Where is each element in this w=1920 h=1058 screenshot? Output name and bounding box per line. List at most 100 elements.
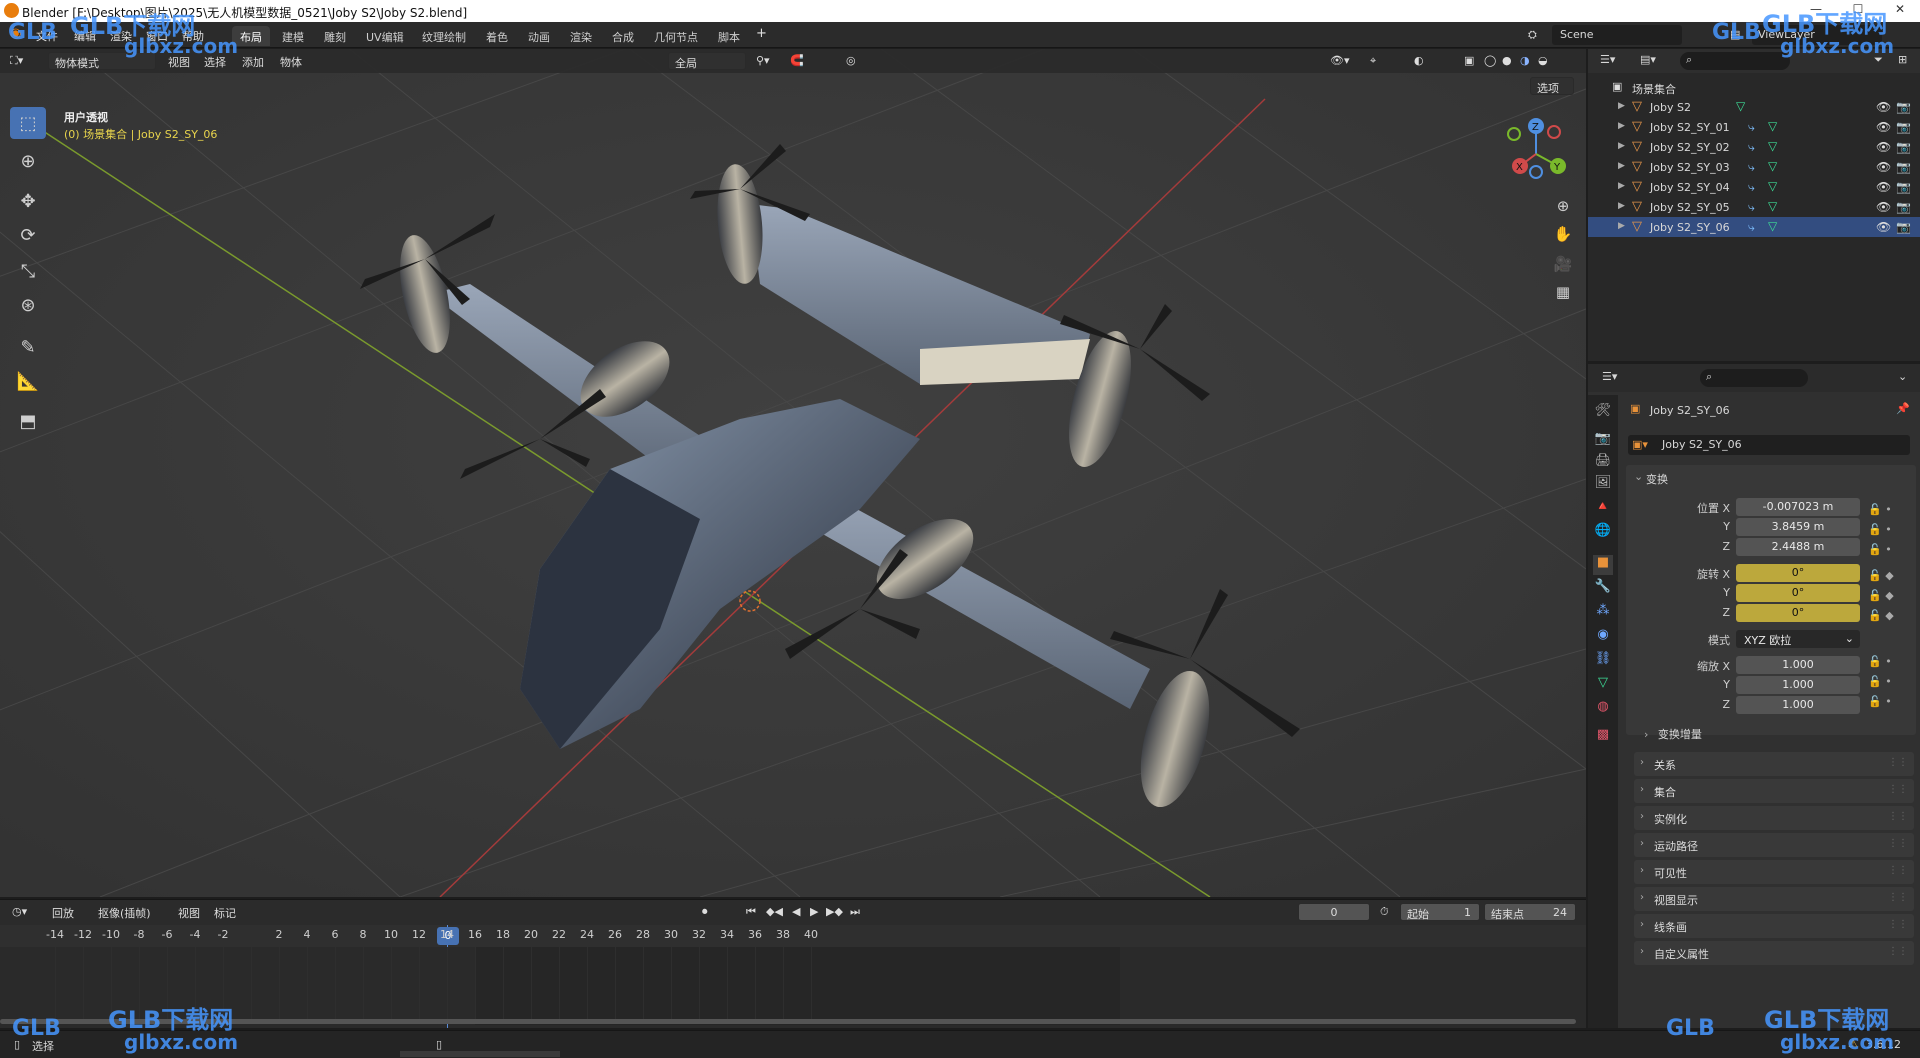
lock-icon[interactable]: 🔓 • [1868, 692, 1894, 712]
eye-icon[interactable]: 👁 [1876, 100, 1891, 114]
location-y-field[interactable]: 3.8459 m [1736, 518, 1860, 536]
display-mode-icon[interactable]: ▤▾ [1640, 53, 1656, 66]
properties-options-icon[interactable]: ⌄ [1898, 370, 1907, 383]
lock-icon[interactable]: 🔓 • [1868, 520, 1894, 540]
preview-range-icon[interactable]: ⏱ [1380, 905, 1389, 919]
scale-tool[interactable]: ⤡ [10, 255, 46, 287]
mesh-data-icon[interactable]: ▽ [1768, 199, 1777, 213]
timeline-scrollbar[interactable] [0, 1019, 1576, 1024]
camera-icon[interactable]: 📷 [1896, 180, 1911, 194]
shading-wireframe-icon[interactable]: ◯ [1484, 54, 1496, 67]
camera-icon[interactable]: 📷 [1896, 200, 1911, 214]
expand-arrow-icon[interactable]: ▶ [1618, 201, 1625, 211]
transform-orientation-selector[interactable]: 全局 [668, 52, 746, 70]
modifier-tab-icon[interactable]: 🔧 [1593, 579, 1613, 599]
drag-grip-icon[interactable]: ⋮⋮ [1888, 784, 1908, 795]
annotate-tool[interactable]: ✎ [10, 331, 46, 363]
shading-material-icon[interactable]: ◑ [1520, 54, 1530, 67]
rotation-y-field[interactable]: 0° [1736, 584, 1860, 602]
snap-icon[interactable]: 🧲 [790, 54, 804, 67]
tab-uv-editing[interactable]: UV编辑 [358, 26, 412, 46]
expand-arrow-icon[interactable]: ▶ [1618, 141, 1625, 151]
drag-grip-icon[interactable]: ⋮⋮ [1888, 919, 1908, 930]
camera-view-icon[interactable]: 🎥 [1550, 251, 1576, 277]
drag-grip-icon[interactable]: ⋮⋮ [1888, 865, 1908, 876]
object-name-field[interactable]: ▣▾ Joby S2_SY_06 [1628, 435, 1910, 455]
camera-icon[interactable]: 📷 [1896, 120, 1911, 134]
zoom-icon[interactable]: ⊕ [1550, 193, 1576, 219]
panel-6[interactable]: › 线条画 ⋮⋮ [1634, 914, 1914, 938]
lock-icon[interactable]: 🔓 • [1868, 672, 1894, 692]
modifier-icon[interactable]: ⤷ [1748, 140, 1755, 155]
location-z-field[interactable]: 2.4488 m [1736, 538, 1860, 556]
tab-rendering[interactable]: 渲染 [562, 26, 600, 46]
modifier-icon[interactable]: ⤷ [1748, 120, 1755, 135]
modifier-icon[interactable]: ⤷ [1748, 200, 1755, 215]
lock-icon[interactable]: 🔓 • [1868, 540, 1894, 560]
outliner-item[interactable]: ▶ ▽ Joby S2_SY_01 ⤷ ▽ 👁 📷 [1588, 117, 1920, 137]
rotation-x-field[interactable]: 0° [1736, 564, 1860, 582]
proportional-edit-icon[interactable]: ◎ [846, 54, 856, 67]
outliner-item[interactable]: ▶ ▽ Joby S2_SY_05 ⤷ ▽ 👁 📷 [1588, 197, 1920, 217]
outliner-item[interactable]: ▶ ▽ Joby S2 ▽ 👁 📷 [1588, 97, 1920, 117]
rotation-z-field[interactable]: 0° [1736, 604, 1860, 622]
outliner-item[interactable]: ▶ ▽ Joby S2_SY_02 ⤷ ▽ 👁 📷 [1588, 137, 1920, 157]
rotation-mode-dropdown[interactable]: XYZ 欧拉 ⌄ [1736, 630, 1860, 648]
data-tab-icon[interactable]: ▽ [1593, 675, 1613, 695]
tab-scripting[interactable]: 脚本 [710, 26, 748, 46]
eye-icon[interactable]: 👁 [1876, 140, 1891, 154]
world-tab-icon[interactable]: 🌐 [1593, 523, 1613, 543]
expand-arrow-icon[interactable]: ▶ [1618, 221, 1625, 231]
editor-type-icon[interactable]: ⛶▾ [10, 54, 23, 68]
options-button[interactable]: 选项 [1530, 77, 1574, 95]
jump-end-icon[interactable]: ⏭ [850, 905, 860, 919]
panel-2[interactable]: › 实例化 ⋮⋮ [1634, 806, 1914, 830]
outliner-item[interactable]: ▶ ▽ Joby S2_SY_06 ⤷ ▽ 👁 📷 [1588, 217, 1920, 237]
start-frame-field[interactable]: 起始 1 [1400, 903, 1480, 921]
view-layer-tab-icon[interactable]: 🖼 [1593, 475, 1613, 495]
physics-tab-icon[interactable]: ◉ [1593, 627, 1613, 647]
tab-animation[interactable]: 动画 [520, 26, 558, 46]
expand-arrow-icon[interactable]: ▶ [1618, 101, 1625, 111]
lock-icon[interactable]: 🔓 ◆ [1868, 586, 1894, 606]
frame-ruler[interactable] [0, 925, 1586, 947]
camera-icon[interactable]: 📷 [1896, 220, 1911, 234]
eye-icon[interactable]: 👁 [1876, 220, 1891, 234]
menu-timeline-view[interactable]: 视图 [178, 905, 200, 921]
collection-scene[interactable]: ▣ 场景集合 [1588, 77, 1920, 97]
scale-y-field[interactable]: 1.000 [1736, 676, 1860, 694]
scale-z-field[interactable]: 1.000 [1736, 696, 1860, 714]
transform-header[interactable]: 变换 [1646, 471, 1668, 487]
camera-icon[interactable]: 📷 [1896, 100, 1911, 114]
delta-transform-subpanel[interactable]: › 变换增量 [1644, 726, 1702, 742]
scene-selector[interactable]: Scene [1552, 25, 1682, 45]
tab-sculpting[interactable]: 雕刻 [316, 26, 354, 46]
eye-icon[interactable]: 👁 [1876, 160, 1891, 174]
expand-arrow-icon[interactable]: ▶ [1618, 181, 1625, 191]
pin-icon[interactable]: 📌 [1896, 402, 1910, 415]
menu-add[interactable]: 添加 [242, 54, 264, 70]
transform-chevron-icon[interactable]: ⌄ [1634, 470, 1643, 483]
navigation-gizmo[interactable]: Z Y X [1500, 114, 1580, 194]
lock-icon[interactable]: 🔓 ◆ [1868, 606, 1894, 626]
expand-arrow-icon[interactable]: ▶ [1618, 121, 1625, 131]
shading-solid-icon[interactable]: ● [1502, 54, 1512, 67]
menu-marker[interactable]: 标记 [214, 905, 236, 921]
select-box-tool[interactable]: ⬚ [10, 107, 46, 139]
jump-start-icon[interactable]: ⏮ [746, 905, 756, 919]
overlays-icon[interactable]: ◐ [1414, 54, 1424, 67]
constraints-tab-icon[interactable]: ⛓ [1593, 651, 1613, 671]
pan-hand-icon[interactable]: ✋ [1550, 221, 1576, 247]
add-cube-tool[interactable]: ⬒ [10, 405, 46, 437]
record-icon[interactable]: ⏺ [702, 905, 708, 919]
scene-tab-icon[interactable]: 🔺 [1593, 499, 1613, 519]
end-frame-field[interactable]: 结束点 24 [1484, 903, 1576, 921]
drag-grip-icon[interactable]: ⋮⋮ [1888, 757, 1908, 768]
eye-icon[interactable]: 👁 [1876, 180, 1891, 194]
menu-keying[interactable]: 抠像(插帧) [98, 905, 151, 921]
camera-icon[interactable]: 📷 [1896, 160, 1911, 174]
menu-playback[interactable]: 回放 [52, 905, 74, 921]
panel-5[interactable]: › 视图显示 ⋮⋮ [1634, 887, 1914, 911]
outliner-type-icon[interactable]: ☰▾ [1600, 53, 1615, 66]
texture-tab-icon[interactable]: ▩ [1593, 727, 1613, 747]
